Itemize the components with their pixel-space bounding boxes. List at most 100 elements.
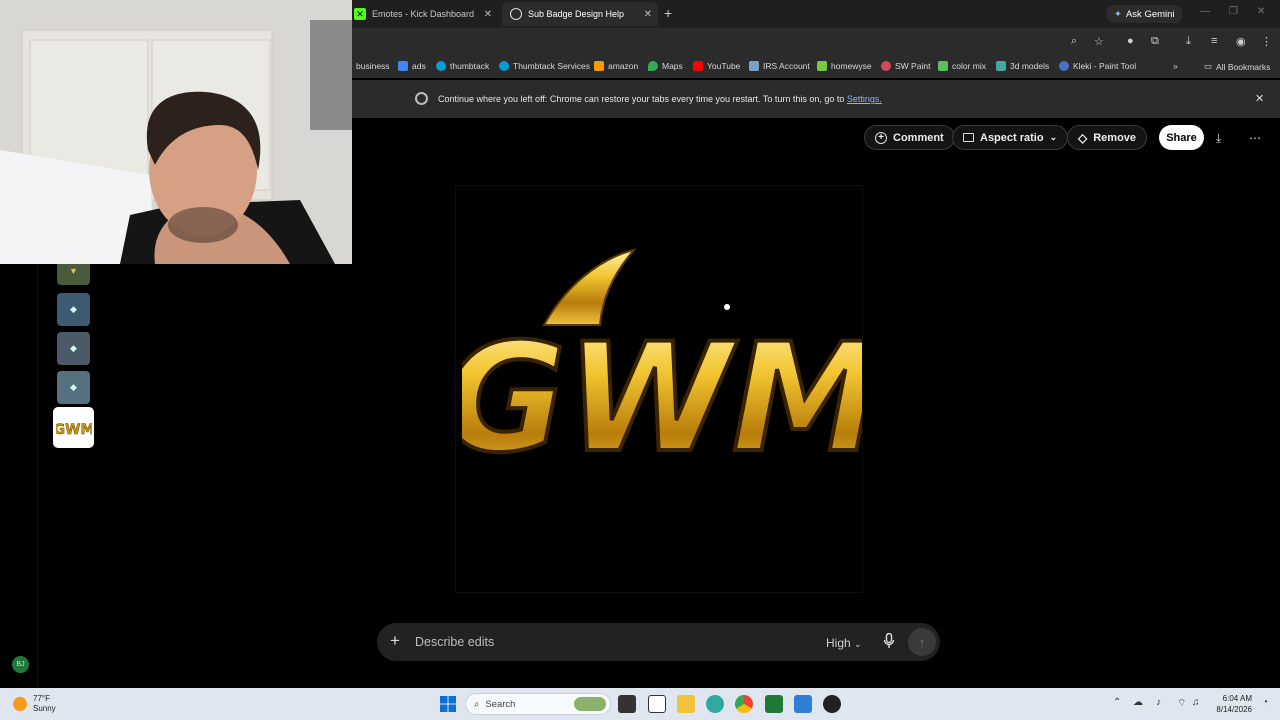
close-window-icon[interactable]: ✕ <box>1257 6 1265 17</box>
thumbtack-icon <box>499 61 509 71</box>
bookmark-homewyse[interactable]: homewyse <box>817 61 872 71</box>
thumbnail-2[interactable]: ◆ <box>57 293 90 326</box>
file-explorer-icon[interactable] <box>677 695 695 713</box>
bookmark-maps[interactable]: Maps <box>648 61 683 71</box>
bookmark-3d-models[interactable]: 3d models <box>996 61 1049 71</box>
remove-button[interactable]: ◇ Remove <box>1067 125 1148 150</box>
microphone-tray-icon[interactable]: ♪ <box>1156 697 1161 708</box>
app-icon[interactable] <box>823 695 841 713</box>
ask-gemini-button[interactable]: ✦ Ask Gemini <box>1106 5 1183 23</box>
bookmark-amazon[interactable]: amazon <box>594 61 638 71</box>
comment-button[interactable]: + Comment <box>864 125 955 150</box>
aspect-ratio-label: Aspect ratio <box>980 131 1044 144</box>
bookmark-color-mix[interactable]: color mix <box>938 61 986 71</box>
close-infobar-icon[interactable]: ✕ <box>1255 92 1264 105</box>
irs-icon <box>749 61 759 71</box>
show-hidden-icons[interactable]: ⌃ <box>1113 697 1121 708</box>
bookmark-star-icon[interactable]: ☆ <box>1094 35 1104 48</box>
bookmark-ads[interactable]: ads <box>398 61 426 71</box>
ask-gemini-label: Ask Gemini <box>1125 8 1175 20</box>
microphone-icon[interactable] <box>883 633 895 649</box>
gemini-icon: ✦ <box>1114 8 1122 20</box>
minimize-icon[interactable]: — <box>1200 6 1210 17</box>
extension-icon[interactable]: ● <box>1127 35 1134 47</box>
logo-text: GWM <box>462 312 862 485</box>
ads-icon <box>398 61 408 71</box>
restore-icon[interactable]: ❐ <box>1229 6 1238 17</box>
shark-thumb-icon: ◆ <box>70 382 77 392</box>
send-button[interactable]: ↑ <box>908 628 936 656</box>
task-view-icon[interactable] <box>618 695 636 713</box>
tab-sub-badge[interactable]: Sub Badge Design Help ✕ <box>502 2 658 26</box>
bookmark-label: ads <box>412 61 426 71</box>
close-tab-icon[interactable]: ✕ <box>644 9 652 20</box>
bookmark-thumbtack[interactable]: thumbtack <box>436 61 489 71</box>
all-bookmarks[interactable]: ▭ All Bookmarks <box>1204 61 1270 72</box>
bookmark-thumbtack-services[interactable]: Thumbtack Services <box>499 61 590 71</box>
bookmark-label: thumbtack <box>450 61 490 71</box>
volume-icon[interactable]: ♫ <box>1192 697 1200 708</box>
settings-link[interactable]: Settings. <box>847 94 882 104</box>
zoom-icon[interactable]: ⌕ <box>1071 35 1077 48</box>
close-tab-icon[interactable]: ✕ <box>484 9 492 20</box>
search-highlight-icon <box>574 697 606 711</box>
sun-icon <box>13 697 27 711</box>
bookmark-youtube[interactable]: YouTube <box>693 61 740 71</box>
photos-app-icon[interactable] <box>794 695 812 713</box>
bookmark-label: 3d models <box>1010 61 1050 71</box>
quality-select[interactable]: High ⌄ <box>826 636 862 650</box>
profile-icon[interactable]: ◉ <box>1236 35 1246 48</box>
menu-icon[interactable]: ⋮ <box>1261 35 1272 48</box>
bookmark-label: Kleki - Paint Tool <box>1073 61 1137 71</box>
new-tab-button[interactable]: + <box>664 5 672 21</box>
bookmark-label: amazon <box>608 61 639 71</box>
chrome-taskbar-icon[interactable] <box>735 695 753 713</box>
bookmark-label: homewyse <box>831 61 872 71</box>
kick-icon: ✕ <box>354 8 366 20</box>
download-image-icon[interactable]: ⤓ <box>1216 131 1221 146</box>
edge-icon[interactable] <box>706 695 724 713</box>
clock[interactable]: 6:04 AM 8/14/2026 <box>1212 693 1252 715</box>
weather-widget[interactable]: 77°F Sunny <box>13 694 56 714</box>
cloud-icon[interactable]: ☁ <box>1133 697 1143 708</box>
thumbnail-3[interactable]: ◆ <box>57 332 90 365</box>
taskbar-search[interactable]: ⌕ Search <box>465 693 611 715</box>
bookmark-label: YouTube <box>707 61 741 71</box>
aspect-ratio-button[interactable]: Aspect ratio ⌄ <box>952 125 1069 150</box>
avatar[interactable]: BJ <box>12 656 29 673</box>
more-bookmarks-icon[interactable]: » <box>1173 61 1178 71</box>
paint-icon <box>881 61 891 71</box>
bookmark-business[interactable]: business <box>356 61 390 71</box>
bookmark-irs[interactable]: IRS Account <box>749 61 810 71</box>
bookmark-sw-paint[interactable]: SW Paint <box>881 61 930 71</box>
shark-thumb-icon: ◆ <box>70 304 77 314</box>
share-button[interactable]: Share <box>1159 125 1204 150</box>
bookmark-label: Maps <box>662 61 683 71</box>
notification-bell-icon[interactable]: ◔ <box>1262 697 1268 708</box>
describe-edits-input[interactable]: Describe edits <box>415 635 494 649</box>
remove-label: Remove <box>1093 131 1137 144</box>
add-attachment-icon[interactable]: + <box>390 631 400 651</box>
share-label: Share <box>1166 131 1197 144</box>
more-options-icon[interactable]: ⋯ <box>1249 131 1261 145</box>
eraser-icon: ◇ <box>1078 130 1088 145</box>
wifi-icon[interactable]: ⌔ <box>1177 697 1186 710</box>
chrome-icon <box>415 92 428 105</box>
gwm-logo-image: GWM <box>462 248 862 485</box>
bookmark-label: SW Paint <box>895 61 931 71</box>
download-icon[interactable]: ⤓ <box>1186 35 1191 48</box>
notes-app-icon[interactable] <box>765 695 783 713</box>
notepad-icon[interactable] <box>648 695 666 713</box>
shark-thumb-icon: ◆ <box>70 343 77 353</box>
windows-taskbar: 77°F Sunny ⌕ Search ⌃ ☁ ♪ ⌔ ♫ 6:04 AM 8/14… <box>0 688 1280 720</box>
folder-icon: ▭ <box>1204 61 1213 71</box>
puzzle-icon[interactable]: ⧉ <box>1151 35 1159 48</box>
windows-start-icon[interactable] <box>440 696 456 712</box>
bookmark-kleki[interactable]: Kleki - Paint Tool <box>1059 61 1136 71</box>
arrow-up-icon: ↑ <box>918 634 926 650</box>
media-icon[interactable]: ≡ <box>1211 35 1217 47</box>
thumbnail-4[interactable]: ◆ <box>57 371 90 404</box>
thumbnail-selected[interactable]: GWM <box>53 407 94 448</box>
chatgpt-icon <box>510 8 522 20</box>
tab-emotes[interactable]: ✕ Emotes - Kick Dashboard ✕ <box>346 2 498 26</box>
